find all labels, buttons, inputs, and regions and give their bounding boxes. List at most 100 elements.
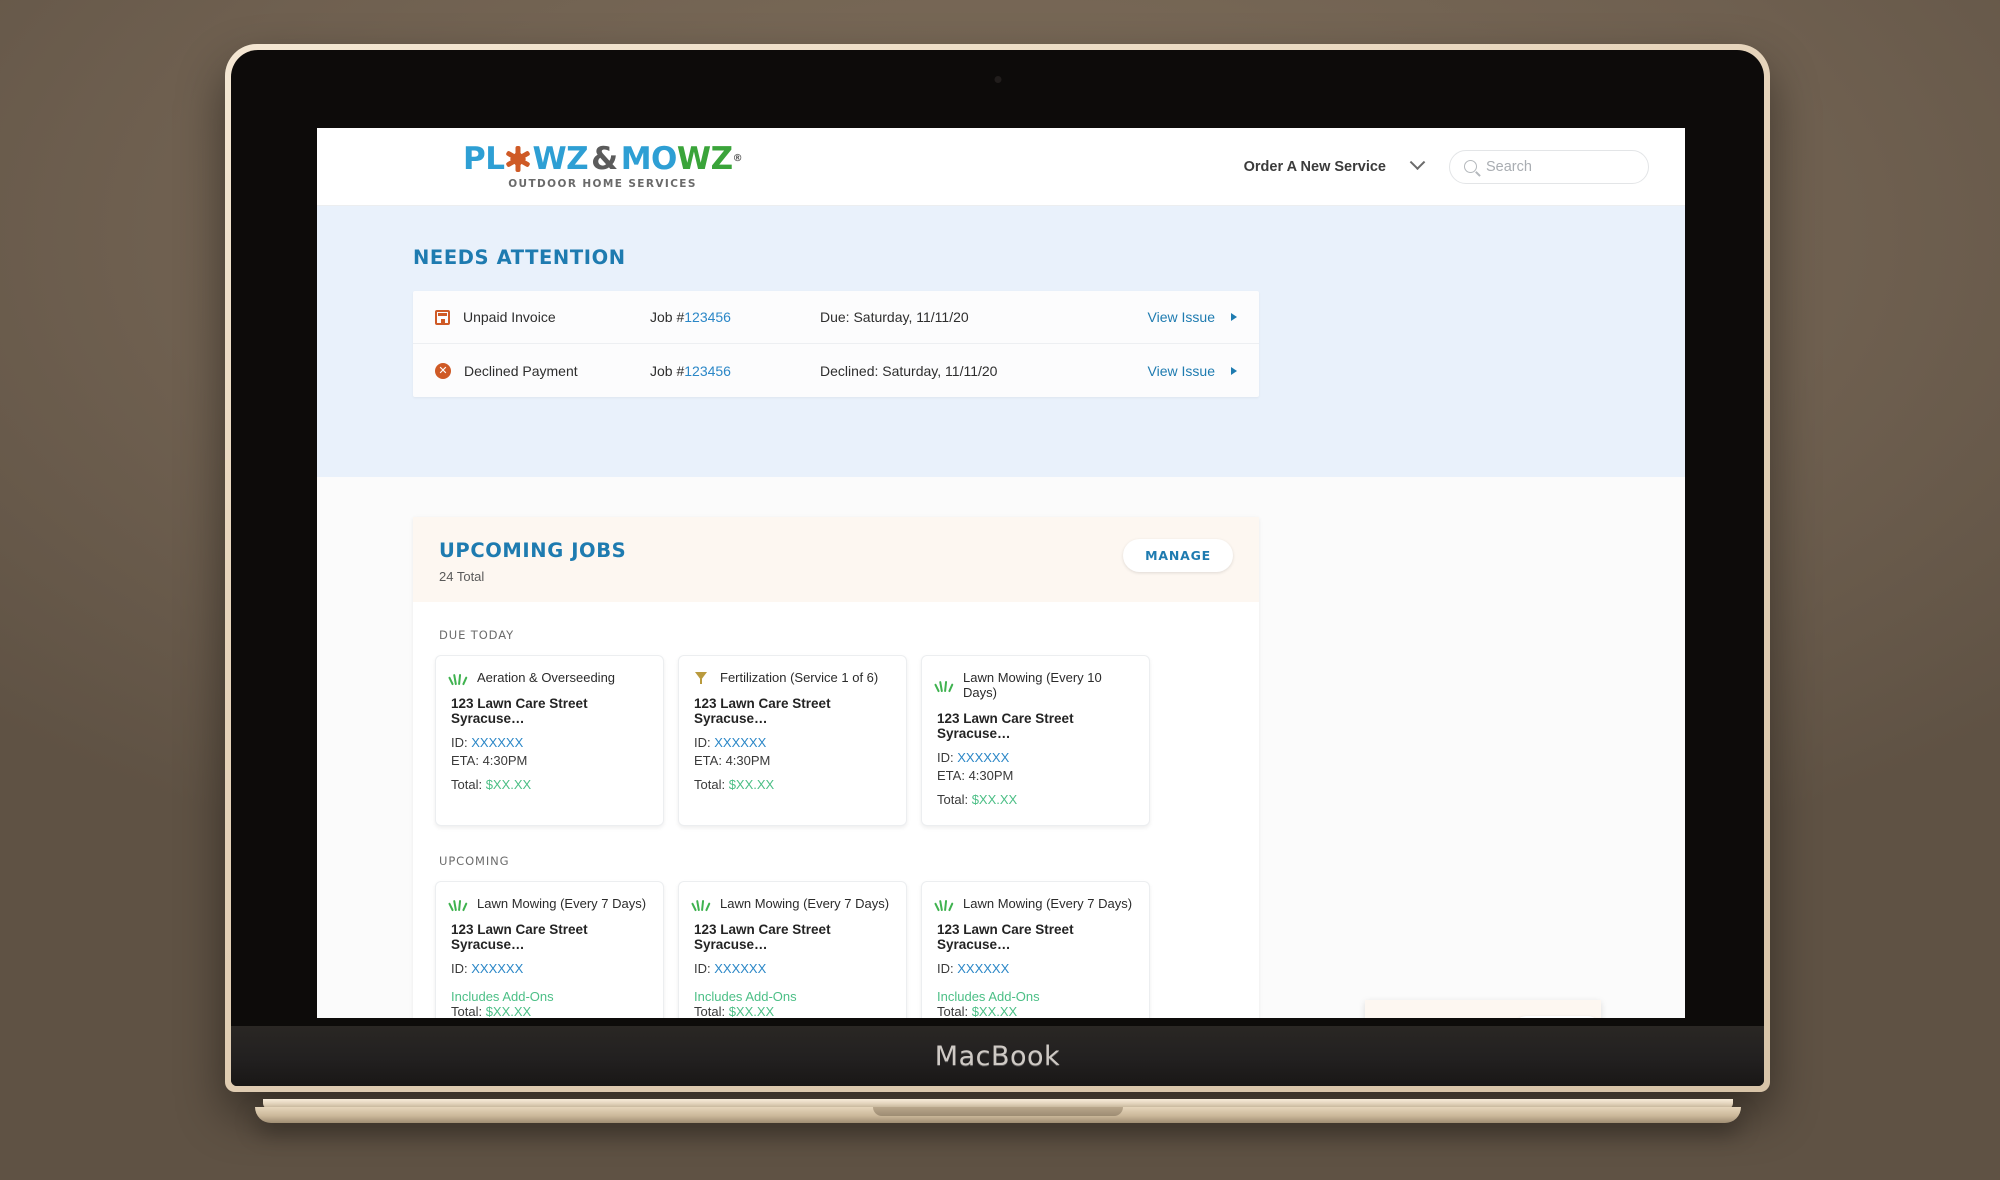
needs-attention-row[interactable]: Unpaid Invoice Job #123456 Due: Saturday… (413, 291, 1259, 344)
job-service-label: Lawn Mowing (Every 7 Days) (477, 896, 647, 911)
job-id-label: ID: (694, 735, 711, 750)
job-id-value[interactable]: XXXXXX (471, 735, 523, 750)
grass-icon (448, 671, 468, 685)
properties-title: PROPERTIES (1382, 1016, 1513, 1018)
calendar-icon (435, 309, 450, 325)
fertilizer-icon (694, 671, 709, 685)
logo-text-wz2: WZ (676, 140, 733, 177)
job-total-value: $XX.XX (971, 1004, 1018, 1018)
job-card[interactable]: Lawn Mowing (Every 7 Days) 123 Lawn Care… (921, 881, 1150, 1018)
chevron-right-icon (1231, 313, 1237, 321)
job-card[interactable]: Lawn Mowing (Every 7 Days) 123 Lawn Care… (678, 881, 907, 1018)
job-id-value[interactable]: XXXXXX (471, 961, 523, 976)
job-total-label: Total: (694, 777, 726, 792)
job-number[interactable]: 123456 (684, 363, 731, 379)
macbook-brand-bar: MacBook (231, 1026, 1764, 1086)
macbook-device: PL WZ & MO WZ ® OUTDOOR HOME SERVICES Or (225, 44, 1770, 1123)
logo-text-mo: MO (620, 140, 678, 177)
job-address: 123 Lawn Care Street Syracuse… (937, 922, 1074, 952)
job-eta-label: ETA: (937, 768, 965, 783)
plowz-mowz-logo[interactable]: PL WZ & MO WZ ® OUTDOOR HOME SERVICES (463, 140, 743, 190)
grass-icon (934, 897, 954, 911)
chevron-down-icon (1409, 154, 1426, 171)
job-total-value: $XX.XX (728, 777, 775, 792)
job-service-label: Lawn Mowing (Every 7 Days) (720, 896, 890, 911)
job-id-line: ID: XXXXXX (937, 961, 1134, 976)
grass-icon (691, 897, 711, 911)
upcoming-cards: Lawn Mowing (Every 7 Days) 123 Lawn Care… (435, 881, 1237, 1018)
manage-jobs-button[interactable]: MANAGE (1123, 539, 1233, 572)
search-input[interactable]: Search (1449, 149, 1649, 184)
order-new-service-dropdown[interactable]: Order A New Service (1243, 154, 1426, 175)
logo-registered-mark: ® (732, 153, 743, 164)
job-total-label: Total: (937, 1004, 969, 1018)
job-label: Job # (650, 309, 685, 325)
job-service-label: Lawn Mowing (Every 7 Days) (963, 896, 1133, 911)
order-new-service-label: Order A New Service (1243, 158, 1386, 175)
job-eta-label: ETA: (451, 753, 479, 768)
job-service: Lawn Mowing (Every 7 Days) (934, 896, 1134, 911)
job-service: Lawn Mowing (Every 10 Days) (934, 670, 1134, 700)
job-id-line: ID: XXXXXX (937, 750, 1134, 765)
issue-type-label: Unpaid Invoice (463, 309, 556, 325)
needs-attention-list: Unpaid Invoice Job #123456 Due: Saturday… (413, 291, 1259, 397)
upcoming-jobs-total: 24 Total (439, 569, 485, 584)
grass-icon (934, 678, 954, 693)
job-address: 123 Lawn Care Street Syracuse… (451, 696, 588, 726)
issue-type: Unpaid Invoice (435, 309, 650, 325)
logo-text-pl: PL (463, 140, 505, 177)
view-issue-link[interactable]: View Issue (1148, 309, 1237, 325)
job-total-line: Total: $XX.XX (937, 792, 1134, 807)
needs-attention-title: NEEDS ATTENTION (413, 246, 626, 269)
job-service-label: Fertilization (Service 1 of 6) (720, 670, 879, 685)
job-number-cell: Job #123456 (650, 363, 820, 379)
job-card[interactable]: Lawn Mowing (Every 10 Days) 123 Lawn Car… (921, 655, 1150, 826)
job-eta-line: ETA: 4:30PM (694, 753, 891, 768)
job-id-line: ID: XXXXXX (694, 961, 891, 976)
job-service: Fertilization (Service 1 of 6) (694, 670, 891, 685)
logo-wordmark: PL WZ & MO WZ ® (463, 140, 743, 177)
job-service-label: Aeration & Overseeding (477, 670, 616, 685)
job-number[interactable]: 123456 (684, 309, 731, 325)
job-card[interactable]: Aeration & Overseeding 123 Lawn Care Str… (435, 655, 664, 826)
view-issue-link[interactable]: View Issue (1148, 363, 1237, 379)
job-eta-line: ETA: 4:30PM (451, 753, 648, 768)
grass-icon (448, 897, 468, 911)
job-total-label: Total: (694, 1004, 726, 1018)
job-service: Aeration & Overseeding (448, 670, 648, 685)
job-eta-label: ETA: (694, 753, 722, 768)
job-id-value[interactable]: XXXXXX (714, 735, 766, 750)
issue-date: Declined: Saturday, 11/11/20 (820, 362, 998, 379)
job-total-label: Total: (937, 792, 969, 807)
needs-attention-section: NEEDS ATTENTION Unpaid Invoice Job #1234… (317, 206, 1685, 477)
job-total-value: $XX.XX (485, 1004, 532, 1018)
job-id-value[interactable]: XXXXXX (957, 750, 1009, 765)
job-address: 123 Lawn Care Street Syracuse… (694, 696, 831, 726)
manage-properties-button[interactable]: MANAGE (1513, 1016, 1602, 1018)
job-card[interactable]: Fertilization (Service 1 of 6) 123 Lawn … (678, 655, 907, 826)
upcoming-jobs-title: UPCOMING JOBS (439, 539, 627, 562)
snowflake-icon (505, 146, 531, 172)
job-eta-value: 4:30PM (725, 753, 771, 768)
job-total-line: Total: $XX.XX (694, 1004, 891, 1018)
job-card[interactable]: Lawn Mowing (Every 7 Days) 123 Lawn Care… (435, 881, 664, 1018)
job-total-line: Total: $XX.XX (937, 1004, 1134, 1018)
chevron-right-icon (1231, 366, 1237, 375)
upcoming-jobs-section: UPCOMING JOBS 24 Total MANAGE DUE TODAY (317, 477, 1685, 1018)
job-id-value[interactable]: XXXXXX (714, 961, 766, 976)
job-address: 123 Lawn Care Street Syracuse… (694, 922, 831, 952)
right-rail: PROPERTIES 2,276 Total MANAGE Recently A… (1365, 1000, 1602, 1018)
job-number-cell: Job #123456 (650, 309, 820, 325)
job-id-line: ID: XXXXXX (694, 735, 891, 750)
webcam-icon (994, 76, 1001, 83)
job-eta-value: 4:30PM (968, 768, 1014, 783)
macbook-label: MacBook (934, 1040, 1061, 1072)
job-address: 123 Lawn Care Street Syracuse… (937, 711, 1074, 741)
view-issue-label: View Issue (1147, 309, 1215, 325)
job-id-value[interactable]: XXXXXX (957, 961, 1009, 976)
due-today-cards: Aeration & Overseeding 123 Lawn Care Str… (435, 655, 1237, 826)
job-service-label: Lawn Mowing (Every 10 Days) (963, 670, 1102, 700)
needs-attention-row[interactable]: ✕ Declined Payment Job #123456 Declined:… (413, 344, 1259, 397)
screen-bezel: PL WZ & MO WZ ® OUTDOOR HOME SERVICES Or (231, 50, 1764, 1086)
job-total-line: Total: $XX.XX (694, 777, 891, 792)
